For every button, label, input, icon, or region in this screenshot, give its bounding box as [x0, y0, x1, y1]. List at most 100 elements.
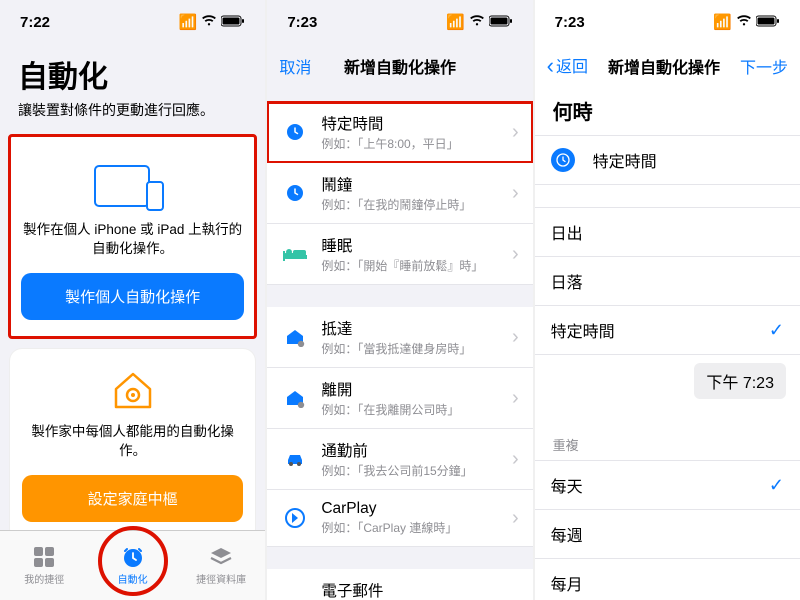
trigger-row[interactable]: 睡眠例如：「開始『睡前放鬆』時」›: [267, 224, 532, 285]
signal-icon: 📶: [179, 13, 198, 31]
home-card-desc: 製作家中每個人都能用的自動化操作。: [22, 423, 243, 461]
clock-badge-icon: [121, 545, 145, 569]
tab-my-shortcuts[interactable]: 我的捷徑: [0, 531, 88, 600]
option-label: 特定時間: [551, 318, 615, 342]
content: 自動化 讓裝置對條件的更動進行回應。 製作在個人 iPhone 或 iPad 上…: [0, 44, 265, 530]
chevron-right-icon: ›: [512, 387, 519, 410]
time-option-row[interactable]: 日落: [535, 257, 800, 306]
battery-icon: [756, 14, 780, 31]
repeat-option-row[interactable]: 每天 ✓: [535, 460, 800, 510]
trigger-row[interactable]: 通勤前例如：「我去公司前15分鐘」›: [267, 429, 532, 490]
repeat-option-row[interactable]: 每月: [535, 559, 800, 600]
wifi-icon: [736, 14, 752, 31]
tab-label: 捷徑資料庫: [196, 571, 246, 586]
trigger-row[interactable]: 離開例如：「在我離開公司時」›: [267, 368, 532, 429]
tab-label: 自動化: [118, 571, 148, 586]
option-label: 每週: [551, 522, 583, 546]
wifi-icon: [469, 14, 485, 31]
home-automation-card: 製作家中每個人都能用的自動化操作。 設定家庭中樞: [10, 349, 255, 530]
devices-icon: [94, 163, 172, 209]
page-title: 自動化: [18, 52, 247, 96]
checkmark-icon: ✓: [769, 320, 784, 341]
chevron-right-icon: ›: [512, 121, 519, 144]
personal-automation-card: 製作在個人 iPhone 或 iPad 上執行的自動化操作。 製作個人自動化操作: [8, 134, 257, 339]
repeat-option-row[interactable]: 每週: [535, 510, 800, 559]
back-button[interactable]: 返回: [547, 53, 588, 79]
personal-card-desc: 製作在個人 iPhone 或 iPad 上執行的自動化操作。: [21, 221, 244, 259]
row-subtitle: 例如：「CarPlay 連線時」: [321, 519, 512, 536]
tab-label: 我的捷徑: [24, 571, 64, 586]
status-icons: 📶: [446, 13, 513, 31]
time-value[interactable]: 下午 7:23: [694, 363, 786, 399]
grid-icon: [32, 545, 56, 569]
tab-gallery[interactable]: 捷徑資料庫: [177, 531, 265, 600]
status-bar: 7:22 📶: [0, 0, 265, 44]
chevron-right-icon: ›: [512, 507, 519, 530]
next-button[interactable]: 下一步: [740, 54, 788, 78]
option-label: 每月: [551, 571, 583, 595]
home-icon: [281, 323, 309, 351]
nav-title: 新增自動化操作: [608, 54, 720, 78]
row-title: 電子郵件: [321, 579, 512, 600]
bed-icon: [281, 240, 309, 268]
clock-icon: [281, 179, 309, 207]
signal-icon: 📶: [446, 13, 465, 31]
status-time: 7:23: [287, 14, 317, 31]
row-subtitle: 例如：「開始『睡前放鬆』時」: [321, 257, 512, 274]
row-title: CarPlay: [321, 500, 512, 518]
status-icons: 📶: [713, 13, 780, 31]
option-label: 日出: [551, 220, 583, 244]
option-label: 每天: [551, 473, 583, 497]
screen-time-config: 7:23 📶 返回 新增自動化操作 下一步 何時 特定時間 日出日落特定時間✓ …: [535, 0, 800, 600]
chevron-right-icon: ›: [512, 182, 519, 205]
row-title: 離開: [321, 378, 512, 400]
page-subtitle: 讓裝置對條件的更動進行回應。: [18, 100, 247, 120]
row-subtitle: 例如：「在我的鬧鐘停止時」: [321, 196, 512, 213]
battery-icon: [489, 14, 513, 31]
screen-automation-home: 7:22 📶 自動化 讓裝置對條件的更動進行回應。 製作在個人 iPhone 或…: [0, 0, 265, 600]
row-title: 鬧鐘: [321, 173, 512, 195]
page-header: 自動化 讓裝置對條件的更動進行回應。: [0, 44, 265, 124]
row-title: 睡眠: [321, 234, 512, 256]
time-option-row[interactable]: 特定時間 ✓: [535, 306, 800, 355]
trigger-list: 特定時間例如：「上午8:00，平日」›鬧鐘例如：「在我的鬧鐘停止時」›睡眠例如：…: [267, 88, 532, 600]
trigger-row[interactable]: 抵達例如：「當我抵達健身房時」›: [267, 307, 532, 368]
mail-icon: [281, 594, 309, 600]
time-value-row[interactable]: 下午 7:23: [535, 355, 800, 407]
trigger-row[interactable]: 電子郵件例如：「當我收到雅婷的電子郵件時」›: [267, 569, 532, 600]
time-option-row[interactable]: 日出: [535, 207, 800, 257]
screen-new-automation: 7:23 📶 取消 新增自動化操作 特定時間例如：「上午8:00，平日」›鬧鐘例…: [267, 0, 532, 600]
nav-bar: 取消 新增自動化操作: [267, 44, 532, 88]
status-bar: 7:23 📶: [267, 0, 532, 44]
stack-icon: [209, 545, 233, 569]
nav-bar: 返回 新增自動化操作 下一步: [535, 44, 800, 88]
wifi-icon: [201, 14, 217, 31]
option-label: 日落: [551, 269, 583, 293]
clock-icon: [281, 118, 309, 146]
row-subtitle: 例如：「當我抵達健身房時」: [321, 340, 512, 357]
row-title: 抵達: [321, 317, 512, 339]
trigger-row[interactable]: 特定時間例如：「上午8:00，平日」›: [267, 102, 532, 163]
status-icons: 📶: [179, 13, 246, 31]
row-subtitle: 例如：「上午8:00，平日」: [321, 135, 512, 152]
trigger-row[interactable]: CarPlay例如：「CarPlay 連線時」›: [267, 490, 532, 547]
tab-automation[interactable]: 自動化: [88, 531, 176, 600]
home-icon: [281, 384, 309, 412]
signal-icon: 📶: [713, 13, 732, 31]
repeat-label: 重複: [535, 429, 800, 460]
row-title: 通勤前: [321, 439, 512, 461]
chevron-right-icon: ›: [512, 243, 519, 266]
row-subtitle: 例如：「我去公司前15分鐘」: [321, 462, 512, 479]
create-personal-automation-button[interactable]: 製作個人自動化操作: [21, 273, 244, 320]
clock-icon: [551, 148, 575, 172]
status-bar: 7:23 📶: [535, 0, 800, 44]
status-time: 7:22: [20, 14, 50, 31]
cancel-button[interactable]: 取消: [279, 54, 311, 78]
setup-home-hub-button[interactable]: 設定家庭中樞: [22, 475, 243, 522]
checkmark-icon: ✓: [769, 475, 784, 496]
car-icon: [281, 445, 309, 473]
trigger-row[interactable]: 鬧鐘例如：「在我的鬧鐘停止時」›: [267, 163, 532, 224]
carplay-icon: [281, 504, 309, 532]
tab-bar: 我的捷徑 自動化 捷徑資料庫: [0, 530, 265, 600]
row-subtitle: 例如：「在我離開公司時」: [321, 401, 512, 418]
